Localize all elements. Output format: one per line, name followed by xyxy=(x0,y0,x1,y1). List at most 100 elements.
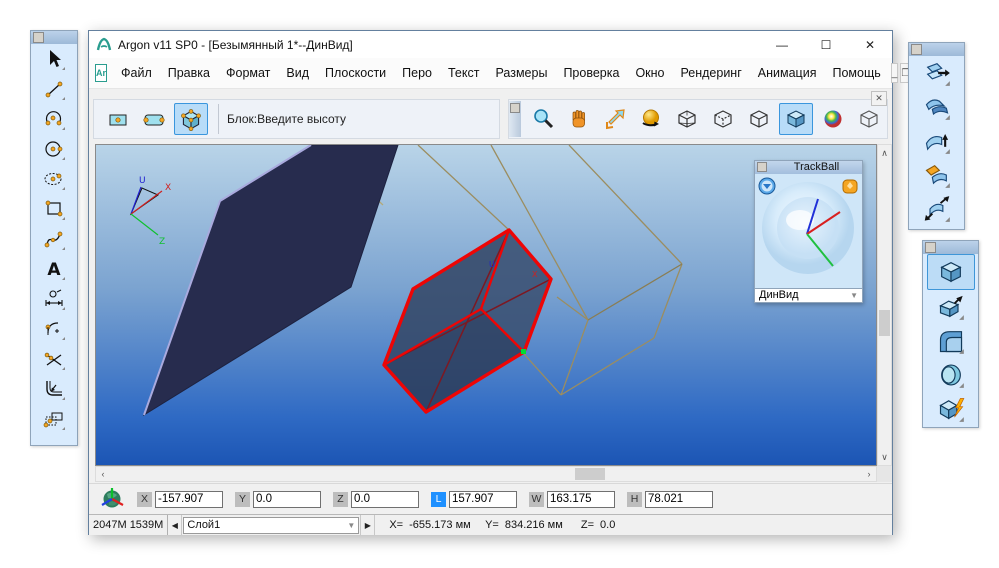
vertical-scroll-thumb[interactable] xyxy=(879,310,890,336)
sheet-palette-titlebar[interactable] xyxy=(909,43,964,56)
tool-outline[interactable] xyxy=(743,104,775,134)
menu-pen[interactable]: Перо xyxy=(394,62,440,84)
menu-animation[interactable]: Анимация xyxy=(750,62,825,84)
w-field-input[interactable] xyxy=(547,490,615,508)
view-mode-dropdown-arrow[interactable]: ▼ xyxy=(850,291,858,300)
solid-palette-titlebar[interactable] xyxy=(923,241,978,254)
y-field-input[interactable] xyxy=(253,490,321,508)
tool-two-point-block[interactable] xyxy=(138,104,170,134)
tool-boolean-solid[interactable] xyxy=(928,392,974,426)
coordinate-bar: X Y Z L W H xyxy=(89,483,892,514)
tool-ghost[interactable] xyxy=(853,104,885,134)
scroll-up-arrow[interactable]: ∧ xyxy=(878,146,892,160)
block-cube-icon xyxy=(181,109,201,132)
tool-line[interactable] xyxy=(35,74,73,104)
maximize-button[interactable]: ☐ xyxy=(804,31,848,58)
tool-arc[interactable] xyxy=(35,104,73,134)
hidden-line-cube-icon xyxy=(714,110,732,128)
l-field-input[interactable] xyxy=(449,490,517,508)
palette-grip[interactable] xyxy=(33,32,44,43)
palette-titlebar[interactable] xyxy=(31,31,77,44)
scroll-down-arrow[interactable]: ∨ xyxy=(878,450,892,464)
cursor-z-value: 0.0 xyxy=(600,519,616,531)
scroll-left-arrow[interactable]: ‹ xyxy=(96,467,110,481)
view-mode-selector[interactable]: ДинВид ▼ xyxy=(755,287,862,302)
tool-block-cube[interactable] xyxy=(174,103,208,135)
tool-extrude-solid[interactable] xyxy=(928,290,974,324)
trackball-body[interactable] xyxy=(755,174,862,288)
menu-dimensions[interactable]: Размеры xyxy=(487,62,555,84)
h-field-input[interactable] xyxy=(645,490,713,508)
tool-hidden-line[interactable] xyxy=(707,104,739,134)
view-toolbar xyxy=(508,99,888,139)
z-field-input[interactable] xyxy=(351,490,419,508)
solid-palette-grip[interactable] xyxy=(925,242,936,253)
menu-window[interactable]: Окно xyxy=(627,62,672,84)
trackball-titlebar[interactable]: TrackBall xyxy=(755,161,862,174)
sheet-palette-grip[interactable] xyxy=(911,44,922,55)
menu-edit[interactable]: Правка xyxy=(160,62,218,84)
tool-ellipse[interactable] xyxy=(35,164,73,194)
cursor-x-label: X= xyxy=(389,519,404,531)
view-mode-value: ДинВид xyxy=(759,289,799,302)
tool-cover-sheet[interactable] xyxy=(914,90,960,124)
close-button[interactable]: ✕ xyxy=(848,31,892,58)
tool-curve-edit[interactable] xyxy=(35,314,73,344)
tool-select[interactable] xyxy=(35,44,73,74)
command-prompt: Блок:Введите высоту xyxy=(227,112,347,126)
menu-check[interactable]: Проверка xyxy=(555,62,627,84)
mdi-minimize-button[interactable]: _ xyxy=(890,63,899,83)
menu-format[interactable]: Формат xyxy=(218,62,278,84)
tool-zoom[interactable] xyxy=(527,104,559,134)
tool-text[interactable]: A xyxy=(35,254,73,284)
tool-lift-sheet[interactable] xyxy=(914,124,960,158)
window-title: Argon v11 SP0 - [Безымянный 1*--ДинВид] xyxy=(118,37,353,52)
trackball-options-button[interactable] xyxy=(841,177,859,195)
trackball-title: TrackBall xyxy=(793,161,840,174)
tool-circle[interactable] xyxy=(35,134,73,164)
tool-point-block[interactable] xyxy=(102,104,134,134)
tool-extrude-sheet[interactable] xyxy=(914,56,960,90)
tool-spline[interactable] xyxy=(35,224,73,254)
mdi-close-button[interactable]: ✕ xyxy=(871,91,887,106)
tool-fillet[interactable] xyxy=(35,374,73,404)
trackball-grip[interactable] xyxy=(757,162,767,173)
tool-render[interactable] xyxy=(817,104,849,134)
tool-dynamic-zoom[interactable] xyxy=(599,104,631,134)
titlebar[interactable]: Argon v11 SP0 - [Безымянный 1*--ДинВид] … xyxy=(89,31,892,58)
x-field-input[interactable] xyxy=(155,490,223,508)
menu-help[interactable]: Помощь xyxy=(824,62,888,84)
horizontal-scrollbar[interactable]: ‹ › xyxy=(95,466,877,482)
tool-orbit[interactable] xyxy=(635,104,667,134)
desktop: A Argon v11 SP0 - [Безымянный 1*--ДинВид… xyxy=(0,0,999,568)
tool-block-solid[interactable] xyxy=(926,254,975,290)
layer-selector[interactable]: Слой1 ▼ xyxy=(183,516,360,534)
trackball-collapse-button[interactable] xyxy=(758,177,776,195)
view-toolbar-grip[interactable] xyxy=(509,101,521,137)
horizontal-scroll-thumb[interactable] xyxy=(575,468,605,480)
tool-pan[interactable] xyxy=(563,104,595,134)
menu-text[interactable]: Текст xyxy=(440,62,487,84)
scroll-right-arrow[interactable]: › xyxy=(862,467,876,481)
minimize-button[interactable]: — xyxy=(760,31,804,58)
menu-file[interactable]: Файл xyxy=(113,62,160,84)
vertical-scrollbar[interactable]: ∧ ∨ xyxy=(877,144,892,466)
tool-fillet-solid[interactable] xyxy=(928,324,974,358)
menu-rendering[interactable]: Рендеринг xyxy=(672,62,749,84)
tool-revolve-solid[interactable] xyxy=(928,358,974,392)
menu-planes[interactable]: Плоскости xyxy=(317,62,394,84)
layer-prev-button[interactable]: ◀ xyxy=(168,515,183,535)
tool-wireframe[interactable] xyxy=(671,104,703,134)
tool-shaded[interactable] xyxy=(779,103,813,135)
menu-view[interactable]: Вид xyxy=(278,62,317,84)
tool-blend-sheet[interactable] xyxy=(914,158,960,192)
tool-select-region[interactable] xyxy=(35,404,73,434)
tool-dimension[interactable] xyxy=(35,284,73,314)
tool-stretch-sheet[interactable] xyxy=(914,192,960,226)
creation-toolbar: Блок:Введите высоту xyxy=(93,99,500,139)
tool-rectangle[interactable] xyxy=(35,194,73,224)
layer-next-button[interactable]: ▶ xyxy=(360,515,376,535)
layer-dropdown-arrow[interactable]: ▼ xyxy=(347,521,355,530)
zoom-icon xyxy=(534,109,554,129)
tool-trim[interactable] xyxy=(35,344,73,374)
